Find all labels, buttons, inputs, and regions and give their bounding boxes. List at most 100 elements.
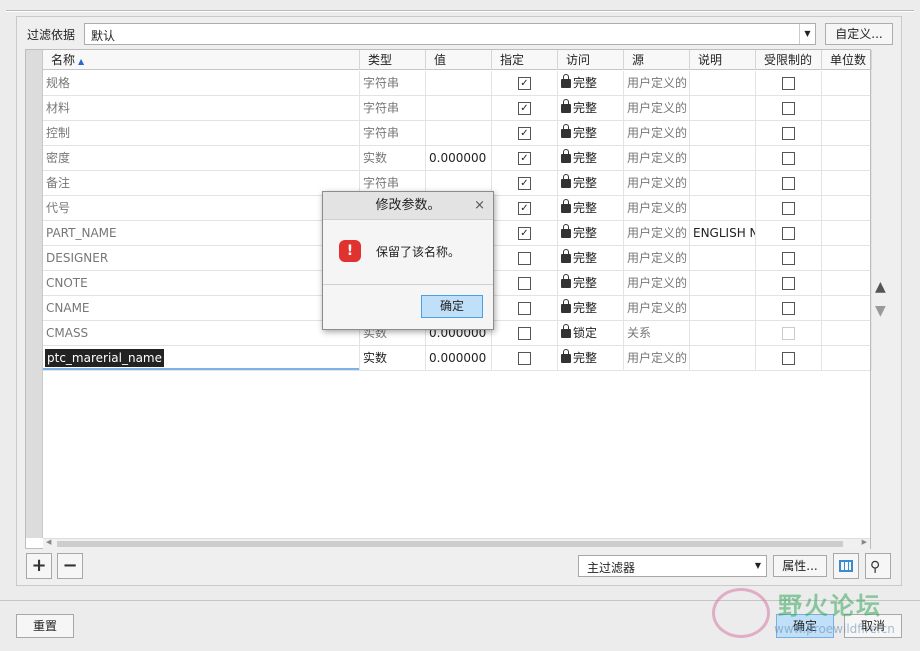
cell-restricted[interactable] <box>756 121 822 145</box>
restricted-checkbox[interactable] <box>782 127 795 140</box>
cell-designate[interactable] <box>492 346 558 370</box>
column-header-name[interactable]: 名称 ▲ <box>43 50 360 70</box>
properties-button[interactable]: 属性... <box>773 555 827 577</box>
cell-designate[interactable]: ✓ <box>492 146 558 170</box>
cell-designate[interactable]: ✓ <box>492 96 558 120</box>
cell-desc[interactable] <box>690 296 756 320</box>
table-row[interactable]: 密度 实数 0.000000 ✓ 完整 用户定义的 <box>43 146 872 171</box>
remove-parameter-button[interactable]: − <box>57 553 83 579</box>
designate-checkbox[interactable]: ✓ <box>518 152 531 165</box>
scroll-right-icon[interactable]: ▶ <box>862 538 867 546</box>
designate-checkbox[interactable] <box>518 302 531 315</box>
cell-source[interactable]: 用户定义的 <box>624 296 690 320</box>
cell-designate[interactable] <box>492 271 558 295</box>
cell-desc[interactable] <box>690 171 756 195</box>
cell-units[interactable] <box>822 221 872 245</box>
cell-restricted[interactable] <box>756 271 822 295</box>
restricted-checkbox[interactable] <box>782 202 795 215</box>
cell-units[interactable] <box>822 121 872 145</box>
cell-value[interactable] <box>426 71 492 95</box>
reset-button[interactable]: 重置 <box>16 614 74 638</box>
cell-restricted[interactable] <box>756 346 822 370</box>
cell-access[interactable]: 完整 <box>558 121 624 145</box>
cell-units[interactable] <box>822 96 872 120</box>
cell-designate[interactable]: ✓ <box>492 71 558 95</box>
cell-restricted[interactable] <box>756 196 822 220</box>
cell-source[interactable]: 用户定义的 <box>624 271 690 295</box>
restricted-checkbox[interactable] <box>782 252 795 265</box>
cell-source[interactable]: 用户定义的 <box>624 96 690 120</box>
designate-checkbox[interactable] <box>518 277 531 290</box>
cell-name[interactable]: 规格 <box>43 71 360 95</box>
cell-name[interactable]: CNOTE <box>43 271 360 295</box>
cell-desc[interactable] <box>690 121 756 145</box>
designate-checkbox[interactable] <box>518 252 531 265</box>
move-up-icon[interactable]: ▲ <box>875 279 886 295</box>
cell-units[interactable] <box>822 71 872 95</box>
restricted-checkbox[interactable] <box>782 152 795 165</box>
filter-dropdown[interactable]: 默认 ▼ <box>84 23 816 45</box>
cell-source[interactable]: 用户定义的 <box>624 221 690 245</box>
designate-checkbox[interactable]: ✓ <box>518 177 531 190</box>
scroll-left-icon[interactable]: ◀ <box>46 538 51 546</box>
cell-desc[interactable] <box>690 246 756 270</box>
cell-access[interactable]: 完整 <box>558 296 624 320</box>
cell-value[interactable]: 0.000000 <box>426 346 492 370</box>
cell-restricted[interactable] <box>756 96 822 120</box>
cell-name[interactable]: 密度 <box>43 146 360 170</box>
cell-name[interactable]: 控制 <box>43 121 360 145</box>
cell-name[interactable]: 代号 <box>43 196 360 220</box>
cell-restricted[interactable] <box>756 171 822 195</box>
cell-type[interactable]: 字符串 <box>360 121 426 145</box>
cell-access[interactable]: 完整 <box>558 246 624 270</box>
cell-designate[interactable] <box>492 321 558 345</box>
cell-desc[interactable] <box>690 196 756 220</box>
column-header-access[interactable]: 访问 <box>558 50 624 70</box>
cell-name[interactable]: CMASS <box>43 321 360 345</box>
restricted-checkbox[interactable] <box>782 277 795 290</box>
cell-access[interactable]: 完整 <box>558 171 624 195</box>
cell-units[interactable] <box>822 346 872 370</box>
designate-checkbox[interactable]: ✓ <box>518 227 531 240</box>
cell-access[interactable]: 锁定 <box>558 321 624 345</box>
restricted-checkbox[interactable] <box>782 77 795 90</box>
cell-name[interactable]: 备注 <box>43 171 360 195</box>
cell-designate[interactable]: ✓ <box>492 221 558 245</box>
cell-designate[interactable] <box>492 246 558 270</box>
restricted-checkbox[interactable] <box>782 352 795 365</box>
cell-restricted[interactable] <box>756 321 822 345</box>
cell-type[interactable]: 实数 <box>360 146 426 170</box>
cell-desc[interactable] <box>690 96 756 120</box>
cell-designate[interactable] <box>492 296 558 320</box>
cell-source[interactable]: 用户定义的 <box>624 146 690 170</box>
designate-checkbox[interactable]: ✓ <box>518 77 531 90</box>
cell-type[interactable]: 字符串 <box>360 71 426 95</box>
cell-access[interactable]: 完整 <box>558 196 624 220</box>
cell-designate[interactable]: ✓ <box>492 196 558 220</box>
cell-desc[interactable] <box>690 271 756 295</box>
customize-button[interactable]: 自定义... <box>825 23 893 45</box>
main-filter-dropdown[interactable]: 主过滤器 ▼ <box>578 555 767 577</box>
cell-access[interactable]: 完整 <box>558 71 624 95</box>
restricted-checkbox[interactable] <box>782 177 795 190</box>
cell-value[interactable] <box>426 121 492 145</box>
cell-desc[interactable]: ENGLISH N <box>690 221 756 245</box>
chevron-down-icon[interactable]: ▼ <box>799 24 815 44</box>
cell-access[interactable]: 完整 <box>558 271 624 295</box>
scrollbar-thumb[interactable] <box>57 541 843 547</box>
cell-access[interactable]: 完整 <box>558 221 624 245</box>
cell-desc[interactable] <box>690 321 756 345</box>
cell-access[interactable]: 完整 <box>558 346 624 370</box>
cell-source[interactable]: 用户定义的 <box>624 246 690 270</box>
cell-restricted[interactable] <box>756 221 822 245</box>
designate-checkbox[interactable]: ✓ <box>518 127 531 140</box>
column-header-source[interactable]: 源 <box>624 50 690 70</box>
cell-restricted[interactable] <box>756 246 822 270</box>
cell-value[interactable]: 0.000000 <box>426 146 492 170</box>
cell-access[interactable]: 完整 <box>558 96 624 120</box>
column-header-desc[interactable]: 说明 <box>690 50 756 70</box>
cell-value[interactable] <box>426 96 492 120</box>
column-header-designate[interactable]: 指定 <box>492 50 558 70</box>
designate-checkbox[interactable] <box>518 352 531 365</box>
dialog-ok-button[interactable]: 确定 <box>421 295 483 318</box>
